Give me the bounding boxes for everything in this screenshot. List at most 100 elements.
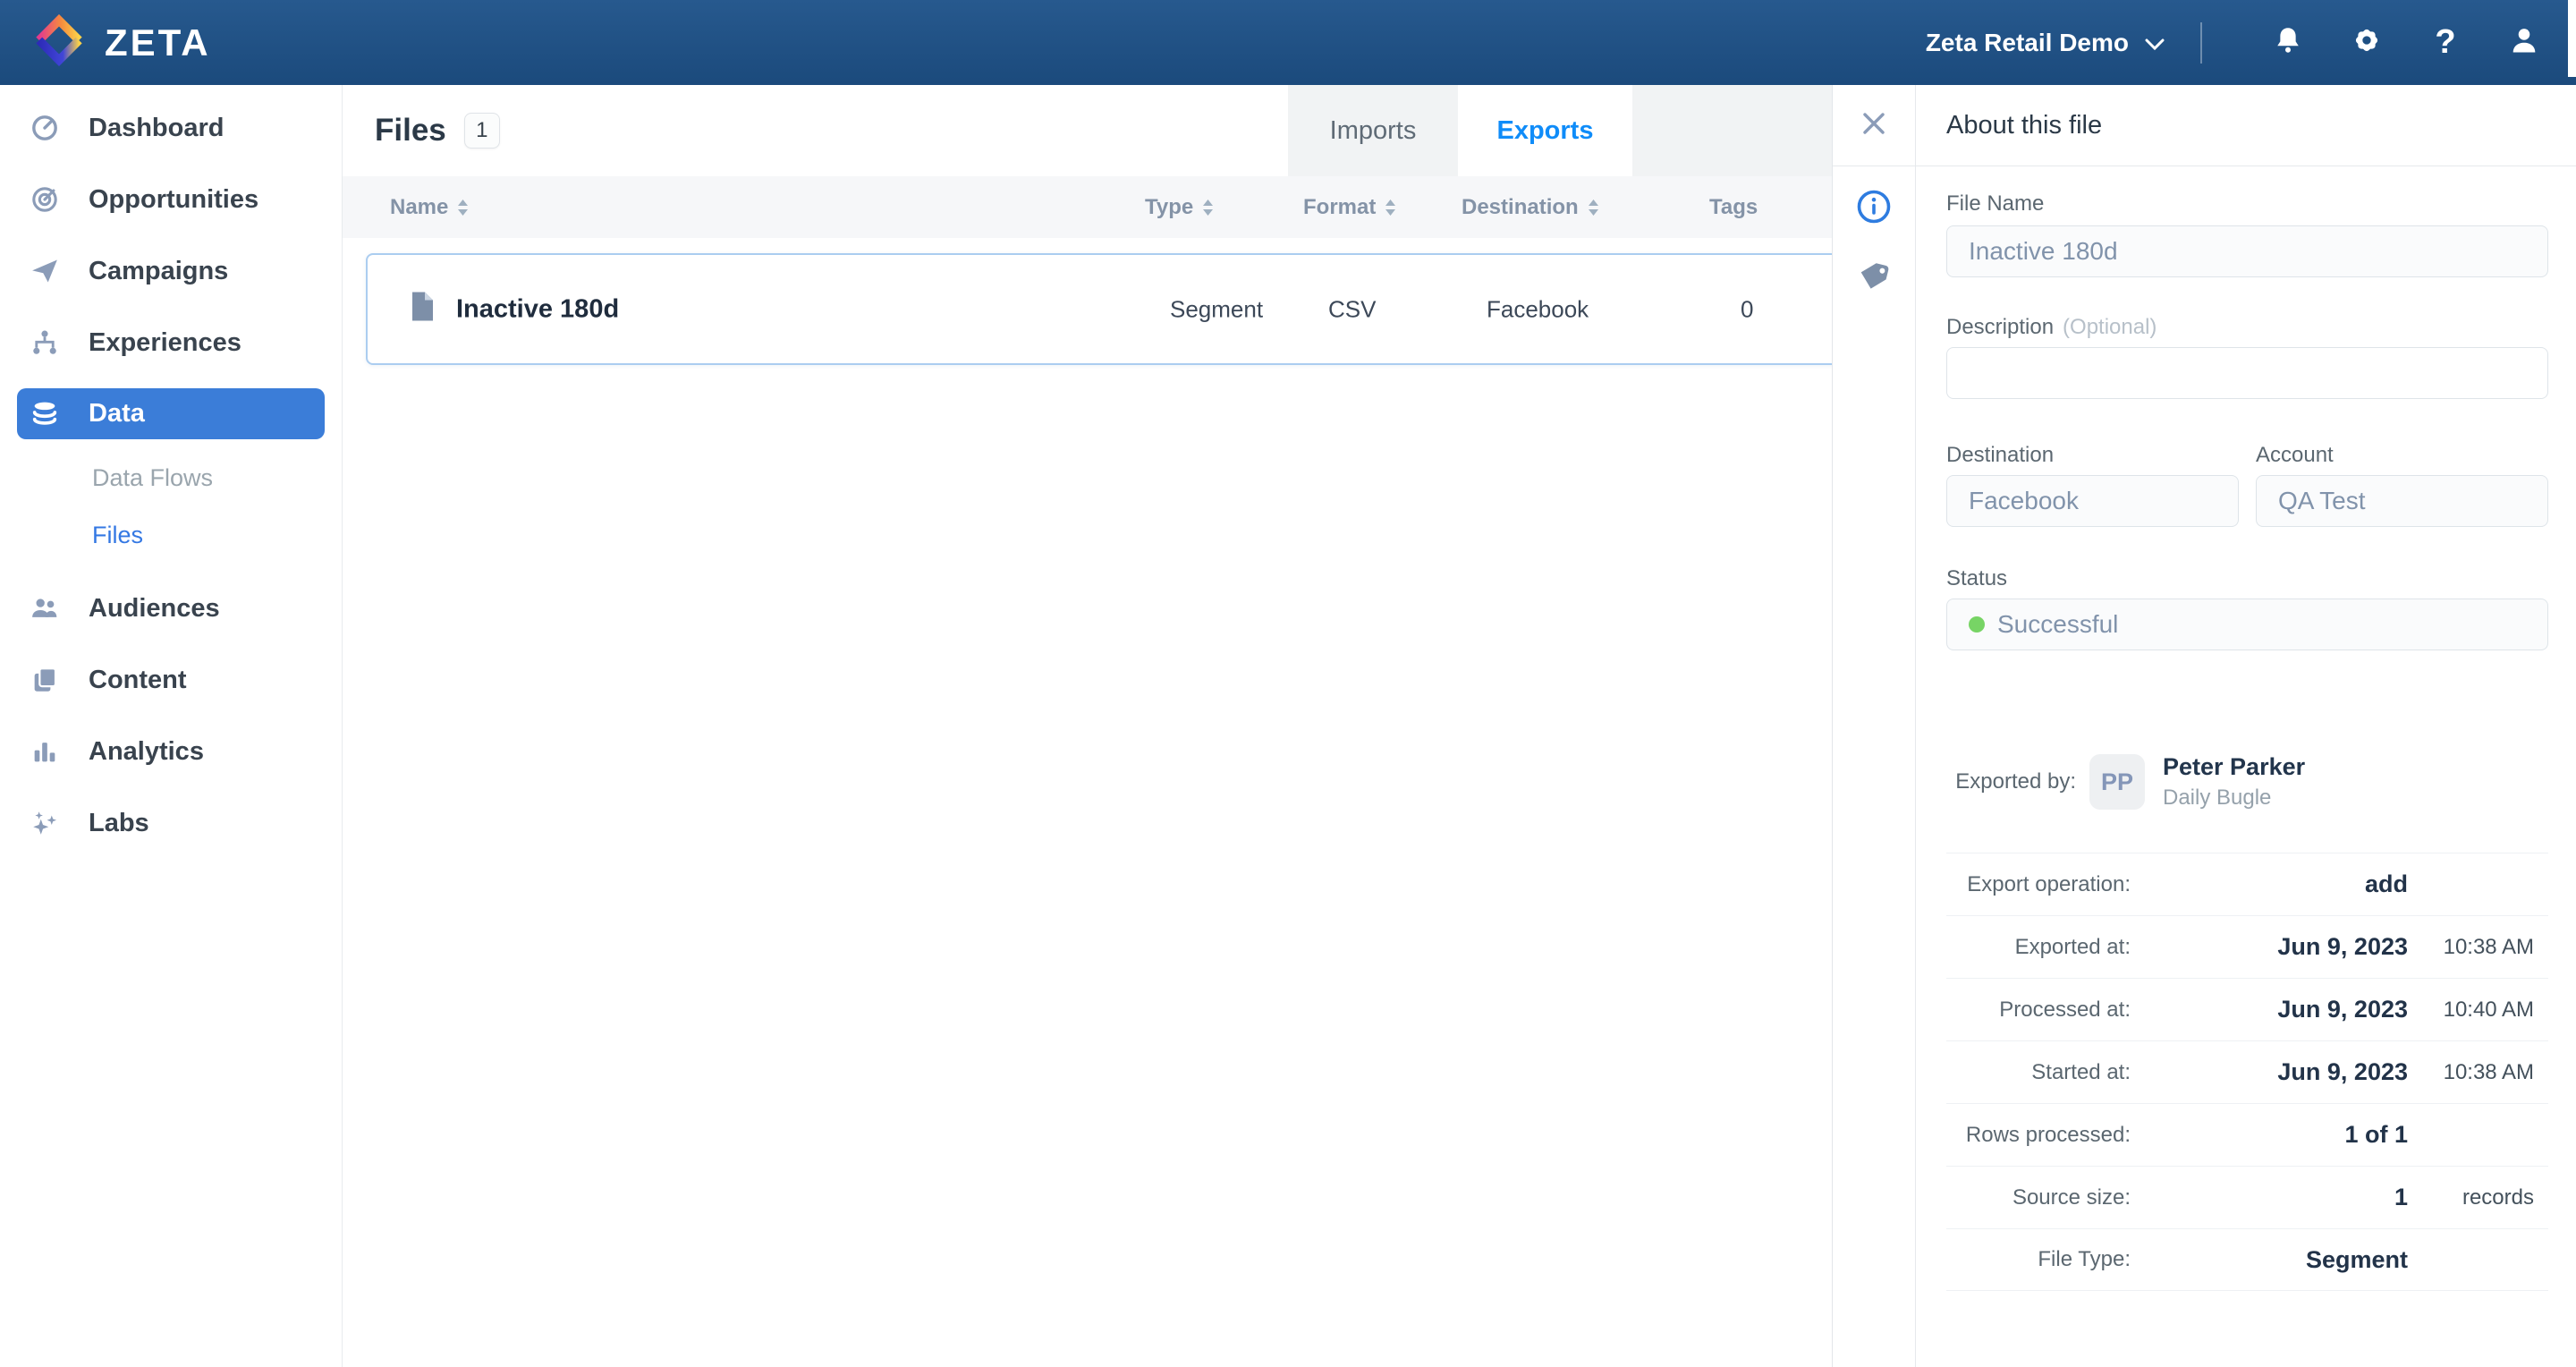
sidebar-item-campaigns[interactable]: Campaigns [0,235,342,307]
files-count-badge: 1 [463,113,500,149]
sort-icon [458,199,469,216]
tab-exports[interactable]: Exports [1458,85,1632,176]
detail-extra: 10:38 AM [2443,1059,2534,1084]
description-textarea[interactable] [1946,347,2548,399]
about-file-panel: About this file File Name Description (Op… [1832,85,2576,1367]
detail-row-started-at: Started at: Jun 9, 2023 10:38 AM [1946,1040,2548,1103]
scrollbar-thumb[interactable] [2568,0,2576,77]
detail-row-file-type: File Type: Segment [1946,1228,2548,1291]
column-header-type[interactable]: Type [1145,176,1214,238]
status-field[interactable]: Successful [1946,599,2548,650]
files-header: Files 1 Imports Exports [343,85,1832,176]
sidebar-item-label: Campaigns [89,256,229,285]
detail-extra: 10:38 AM [2443,934,2534,959]
chevron-down-icon [2145,29,2165,57]
close-panel-button[interactable] [1833,108,1915,139]
detail-value: 1 of 1 [2344,1121,2408,1148]
detail-row-processed-at: Processed at: Jun 9, 2023 10:40 AM [1946,978,2548,1040]
sidebar-item-opportunities[interactable]: Opportunities [0,164,342,235]
detail-label: Started at: [2031,1059,2131,1084]
destination-group: Destination Facebook [1946,443,2239,527]
bell-icon [2273,25,2303,60]
sidebar-item-data-flows[interactable]: Data Flows [0,449,342,506]
row-type: Segment [1170,295,1264,322]
sidebar-item-label: Analytics [89,736,204,766]
account-field[interactable]: QA Test [2256,475,2548,527]
sidebar-item-data[interactable]: Data [17,388,325,439]
detail-label: File Type: [2038,1247,2131,1271]
experiences-icon [30,327,60,358]
sidebar-item-labs[interactable]: Labs [0,787,342,859]
file-name-label: File Name [1946,191,2045,216]
sort-icon [1203,199,1214,216]
tab-imports[interactable]: Imports [1288,85,1458,176]
zeta-logo[interactable]: ZETA [33,13,211,71]
status-label: Status [1946,566,2008,590]
destination-field[interactable]: Facebook [1946,475,2239,527]
detail-label: Source size: [2012,1184,2131,1210]
panel-content: File Name Description (Optional) Destinat… [1917,166,2576,1367]
column-header-destination[interactable]: Destination [1462,176,1599,238]
tags-tab-button[interactable] [1833,258,1915,295]
detail-value: Jun 9, 2023 [2277,996,2408,1023]
sidebar-item-label: Content [89,665,187,694]
exporter-name: Peter Parker [2163,753,2306,780]
detail-extra: records [2462,1184,2534,1210]
column-label: Name [390,194,449,219]
exported-by-label: Exported by: [1955,769,2076,794]
profile-button[interactable] [2499,18,2549,68]
sidebar-item-content[interactable]: Content [0,644,342,716]
sidebar-item-files[interactable]: Files [0,506,342,564]
sidebar-item-analytics[interactable]: Analytics [0,716,342,787]
detail-row-rows-processed: Rows processed: 1 of 1 [1946,1103,2548,1166]
avatar: PP [2089,754,2145,810]
page-title: Files [375,113,446,148]
sidebar-item-label: Audiences [89,593,220,623]
data-sub-menu: Data Flows Files [0,449,342,564]
tag-icon [1860,263,1889,289]
row-tags-count: 0 [1741,295,1754,322]
panel-icon-strip [1833,85,1916,1367]
user-icon [2508,24,2540,61]
dashboard-icon [30,113,60,143]
file-name-input[interactable] [1946,225,2548,277]
detail-label: Exported at: [2014,934,2131,959]
detail-row-exported-at: Exported at: Jun 9, 2023 10:38 AM [1946,915,2548,978]
help-button[interactable]: ? [2420,18,2470,68]
account-label: Account [2256,443,2334,467]
info-icon [1857,190,1891,224]
status-value: Successful [1997,610,2119,638]
data-icon [30,399,60,429]
navbar-divider [2200,21,2202,64]
info-tab-button[interactable] [1833,188,1915,225]
exported-by-row: Exported by: PP Peter Parker Daily Bugle [1946,753,2548,811]
table-row[interactable]: Inactive 180d Segment CSV Facebook 0 [366,253,1832,365]
detail-row-export-operation: Export operation: add [1946,853,2548,915]
detail-label: Rows processed: [1965,1122,2131,1147]
sidebar-item-label: Dashboard [89,113,225,142]
sidebar-item-audiences[interactable]: Audiences [0,573,342,644]
row-destination: Facebook [1487,295,1589,322]
sort-icon [1588,199,1598,216]
row-name: Inactive 180d [456,294,620,323]
detail-value: Jun 9, 2023 [2277,933,2408,960]
sidebar-item-experiences[interactable]: Experiences [0,307,342,378]
settings-button[interactable] [2342,18,2392,68]
status-success-dot [1969,616,1985,633]
file-icon [411,291,435,327]
notifications-button[interactable] [2263,18,2313,68]
column-header-format[interactable]: Format [1303,176,1396,238]
sidebar-item-dashboard[interactable]: Dashboard [0,92,342,164]
account-selector-label: Zeta Retail Demo [1925,28,2129,56]
destination-label: Destination [1946,443,2055,467]
opportunities-icon [30,184,60,215]
column-header-tags[interactable]: Tags [1709,176,1758,238]
sub-item-label: Data Flows [92,463,214,491]
column-header-name[interactable]: Name [390,176,469,238]
row-format: CSV [1328,295,1377,322]
column-label: Tags [1709,194,1758,219]
detail-value: 1 [2394,1184,2408,1210]
audiences-icon [30,593,60,624]
account-selector[interactable]: Zeta Retail Demo [1926,29,2165,57]
detail-row-source-size: Source size: 1 records [1946,1166,2548,1228]
